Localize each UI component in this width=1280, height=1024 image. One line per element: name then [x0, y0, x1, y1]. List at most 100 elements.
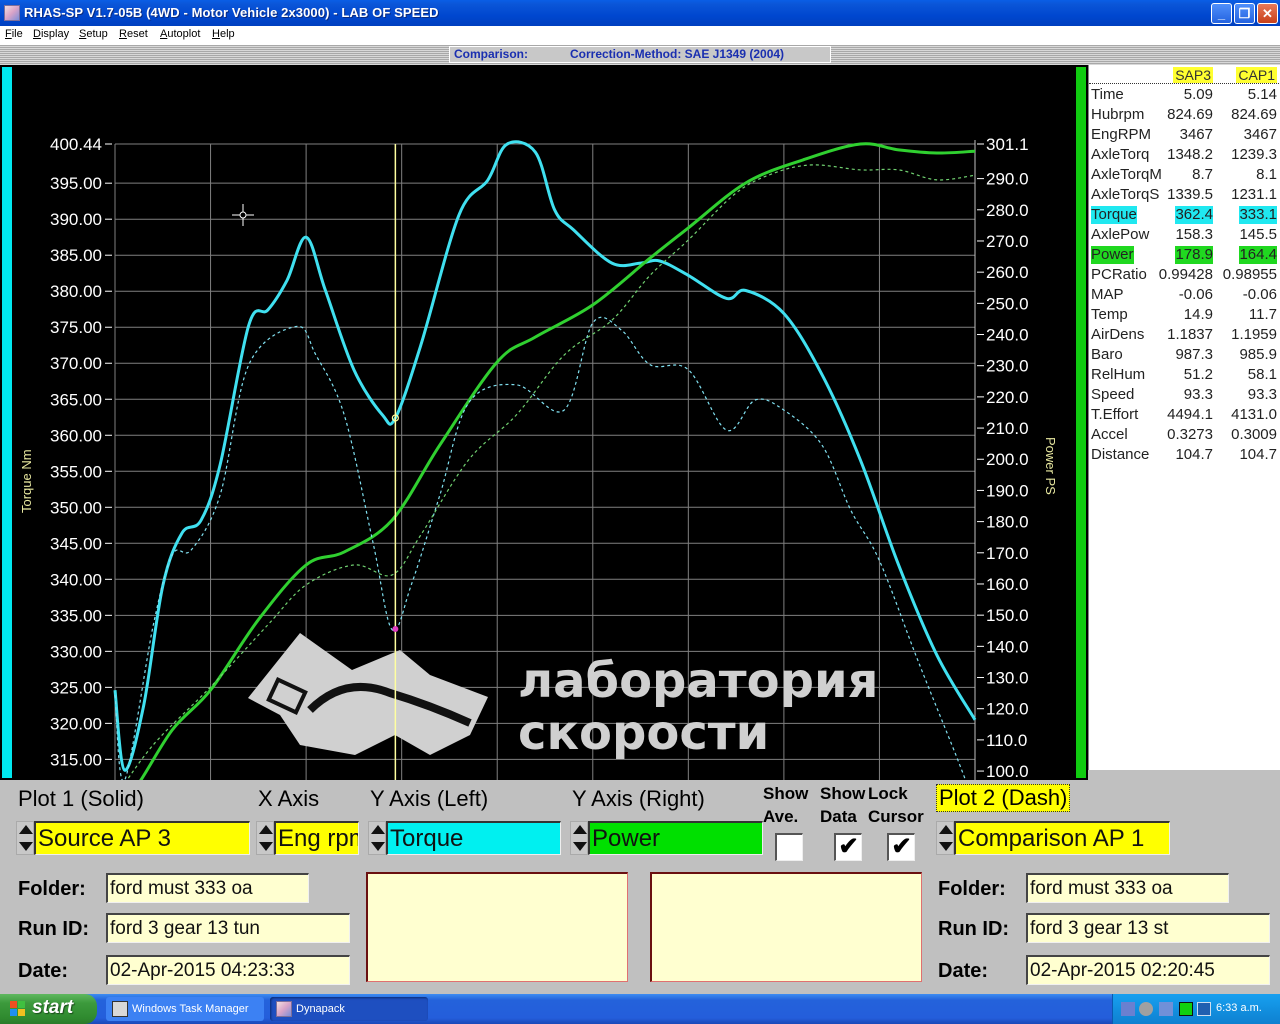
value-sap3: 1.1837: [1167, 326, 1213, 343]
menu-display[interactable]: Display: [33, 28, 69, 40]
data-row-distance: Distance 104.7 104.7: [1089, 445, 1280, 465]
row-label: PCRatio: [1091, 266, 1147, 283]
y2-tick-label: 280.0: [986, 201, 1029, 220]
data-row-axletorqm: AxleTorqM 8.7 8.1: [1089, 165, 1280, 185]
correction-method: Correction-Method: SAE J1349 (2004): [570, 47, 785, 61]
xaxis-spinner[interactable]: [256, 821, 274, 855]
data-row-engrpm: EngRPM 3467 3467: [1089, 125, 1280, 145]
y2-tick-label: 290.0: [986, 170, 1029, 189]
task-windows-task-manager[interactable]: Windows Task Manager: [106, 997, 264, 1021]
plot1-folder-field[interactable]: ford must 333 oa: [106, 873, 309, 903]
value-cap1: 3467: [1243, 126, 1277, 143]
yright-spinner[interactable]: [570, 821, 588, 855]
plot1-source-select[interactable]: Source AP 3: [34, 821, 250, 855]
network-error-icon[interactable]: [1159, 1002, 1173, 1016]
minimize-button[interactable]: _: [1211, 3, 1232, 24]
lock-cursor-checkbox[interactable]: ✔: [887, 833, 915, 861]
maximize-button[interactable]: ❐: [1234, 3, 1255, 24]
value-cap1: 0.3009: [1231, 426, 1277, 443]
y-axis-left-label: Torque Nm: [19, 449, 34, 513]
value-sap3: 14.9: [1183, 306, 1213, 323]
value-sap3: 3467: [1179, 126, 1213, 143]
value-cap1: 145.5: [1239, 226, 1277, 243]
title-bar[interactable]: RHAS-SP V1.7-05B (4WD - Motor Vehicle 2x…: [0, 0, 1280, 26]
plot1-date-field[interactable]: 02-Apr-2015 04:23:33: [106, 955, 350, 985]
plot2-source-select[interactable]: Comparison AP 1: [954, 821, 1170, 855]
value-sap3: 51.2: [1183, 366, 1213, 383]
task-label: Dynapack: [296, 1003, 345, 1015]
y2-tick-label: 160.0: [986, 575, 1029, 594]
menu-reset[interactable]: Reset: [119, 28, 148, 40]
y-tick-label: 360.00: [50, 426, 102, 445]
start-button[interactable]: start: [0, 994, 97, 1024]
watermark-line1: лаборатория: [518, 653, 878, 709]
value-sap3: 8.7: [1192, 166, 1213, 183]
y-tick-label: 355.00: [50, 462, 102, 481]
arrow-down-icon: [573, 842, 587, 851]
row-label: AxleTorqS: [1091, 186, 1160, 203]
value-cap1: 1.1959: [1231, 326, 1277, 343]
row-label: Temp: [1091, 306, 1128, 323]
plot2-runid-label: Run ID:: [938, 918, 1010, 940]
security-icon[interactable]: [1139, 1002, 1153, 1016]
show-data-checkbox[interactable]: ✔: [834, 833, 862, 861]
cpu-meter-icon[interactable]: [1179, 1002, 1193, 1016]
task-dynapack[interactable]: Dynapack: [270, 997, 428, 1021]
data-readout-panel: SAP3 CAP1 Time 5.09 5.14 Hubrpm 824.69 824.69…: [1088, 65, 1280, 770]
menu-bar: File Display Setup Reset Autoplot Help: [0, 26, 1280, 45]
xaxis-heading: X Axis: [258, 786, 320, 811]
plot1-notes-box[interactable]: [366, 872, 628, 982]
windows-logo-icon: [10, 1001, 26, 1017]
plot2-date-field[interactable]: 02-Apr-2015 02:20:45: [1026, 955, 1270, 985]
data-row-airdens: AirDens 1.1837 1.1959: [1089, 325, 1280, 345]
y2-tick-label: 100.0: [986, 762, 1029, 780]
dyno-chart[interactable]: лаборатория скорости 309.22315.00320.003…: [0, 65, 1088, 780]
display-icon[interactable]: [1197, 1002, 1211, 1016]
yleft-select[interactable]: Torque: [386, 821, 561, 855]
value-cap1: 985.9: [1239, 346, 1277, 363]
plot2-folder-field[interactable]: ford must 333 oa: [1026, 873, 1229, 903]
comparison-label: Comparison:: [454, 47, 529, 61]
menu-help[interactable]: Help: [212, 28, 235, 40]
taskbar: start Windows Task Manager Dynapack 6:33…: [0, 994, 1280, 1024]
value-cap1: 824.69: [1231, 106, 1277, 123]
show-ave-checkbox[interactable]: [775, 833, 803, 861]
data-row-map: MAP -0.06 -0.06: [1089, 285, 1280, 305]
row-label: AirDens: [1091, 326, 1145, 343]
column-header-cap1: CAP1: [1236, 67, 1277, 83]
menu-file[interactable]: File: [5, 28, 23, 40]
y2-tick-label: 220.0: [986, 388, 1029, 407]
checkmark-icon: ✔: [838, 833, 859, 860]
plot1-source-spinner[interactable]: [16, 821, 34, 855]
y2-tick-label: 150.0: [986, 606, 1029, 625]
data-row-temp: Temp 14.9 11.7: [1089, 305, 1280, 325]
value-cap1: 333.1: [1239, 206, 1277, 224]
chart-canvas[interactable]: лаборатория скорости 309.22315.00320.003…: [0, 65, 1088, 780]
plot2-source-spinner[interactable]: [936, 821, 954, 855]
window-title: RHAS-SP V1.7-05B (4WD - Motor Vehicle 2x…: [24, 5, 439, 20]
plot2-runid-field[interactable]: ford 3 gear 13 st: [1026, 913, 1270, 943]
y2-tick-label: 240.0: [986, 326, 1029, 345]
menu-setup[interactable]: Setup: [79, 28, 108, 40]
xaxis-select[interactable]: Eng rpm: [274, 821, 359, 855]
close-button[interactable]: ✕: [1257, 3, 1278, 24]
row-label: EngRPM: [1091, 126, 1152, 143]
arrow-up-icon: [371, 825, 385, 834]
plot2-notes-box[interactable]: [650, 872, 922, 982]
y-tick-label: 400.44: [50, 135, 102, 154]
data-row-time: Time 5.09 5.14: [1089, 85, 1280, 105]
value-cap1: 58.1: [1247, 366, 1277, 383]
yleft-spinner[interactable]: [368, 821, 386, 855]
y-tick-label: 380.00: [50, 282, 102, 301]
yright-select[interactable]: Power: [588, 821, 763, 855]
task-label: Windows Task Manager: [132, 1003, 249, 1015]
plot1-runid-label: Run ID:: [18, 918, 90, 940]
value-sap3: 987.3: [1175, 346, 1213, 363]
menu-autoplot[interactable]: Autoplot: [160, 28, 200, 40]
y-tick-label: 350.00: [50, 498, 102, 517]
y2-tick-label: 140.0: [986, 637, 1029, 656]
arrow-down-icon: [19, 842, 33, 851]
network-disconnected-icon[interactable]: [1121, 1002, 1135, 1016]
plot1-runid-field[interactable]: ford 3 gear 13 tun: [106, 913, 350, 943]
arrow-up-icon: [939, 825, 953, 834]
